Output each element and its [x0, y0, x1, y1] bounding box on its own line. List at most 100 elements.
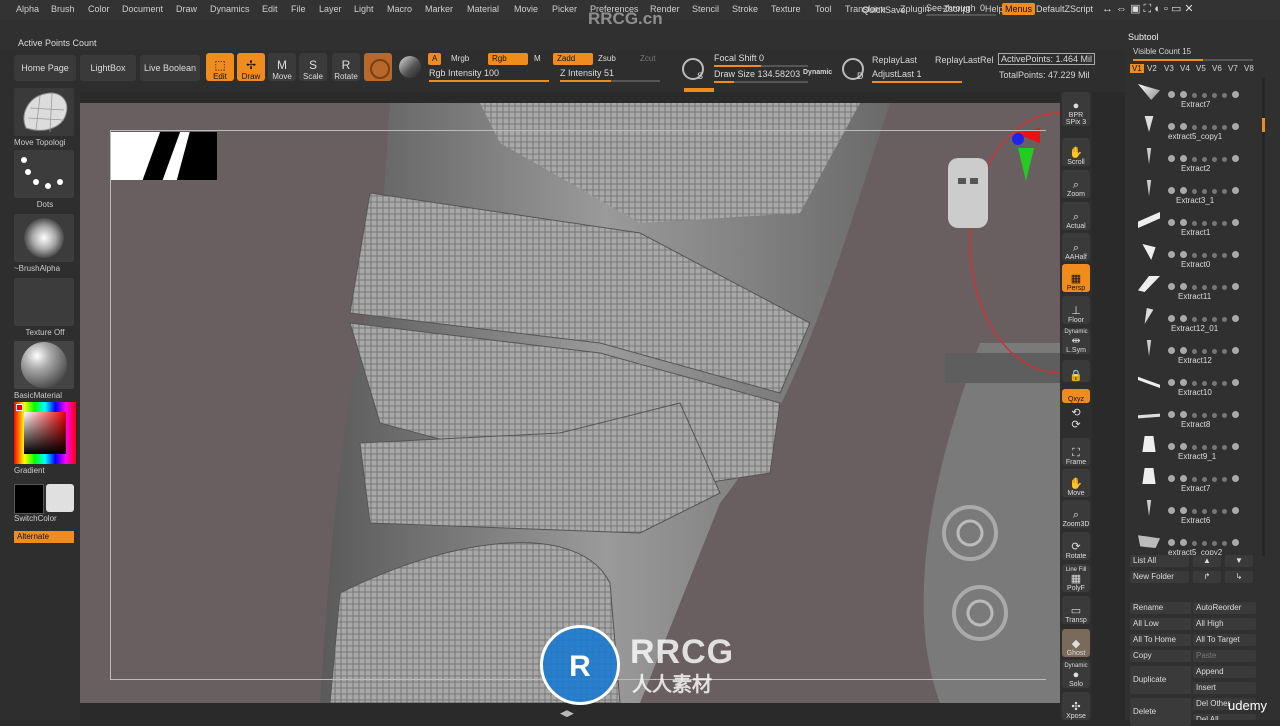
see-through-label[interactable]: See-through	[926, 3, 976, 13]
subtool-visibility-icons[interactable]	[1168, 154, 1258, 162]
solo-button[interactable]: Dynamic ● Solo	[1062, 660, 1090, 688]
tab-v1[interactable]: V1	[1130, 64, 1144, 73]
menu-brush[interactable]: Brush	[51, 4, 75, 14]
material-sphere-icon[interactable]	[396, 53, 424, 81]
menu-movie[interactable]: Movie	[514, 4, 538, 14]
tab-v3[interactable]: V3	[1164, 64, 1174, 73]
menu-color[interactable]: Color	[88, 4, 110, 14]
stroke-selector[interactable]: Dots	[14, 150, 76, 209]
tab-v4[interactable]: V4	[1180, 64, 1190, 73]
m-toggle[interactable]: M	[530, 53, 545, 65]
list-item[interactable]: Extract3_1	[1138, 174, 1263, 205]
subtool-visibility-icons[interactable]	[1168, 410, 1258, 418]
subtool-visibility-icons[interactable]	[1168, 218, 1258, 226]
texture-selector[interactable]: Texture Off	[14, 278, 76, 337]
list-item[interactable]: Extract1	[1138, 206, 1263, 237]
replay-last-rel-button[interactable]: ReplayLastRel	[935, 55, 994, 65]
draw-mode-button[interactable]: ✢ Draw	[237, 53, 265, 81]
home-page-button[interactable]: Home Page	[14, 55, 76, 81]
menu-stroke[interactable]: Stroke	[732, 4, 758, 14]
move-mode-button[interactable]: M Move	[268, 53, 296, 81]
list-item[interactable]: Extract12	[1138, 334, 1263, 365]
alternate-button[interactable]: Alternate	[14, 531, 74, 543]
list-item[interactable]: Extract7	[1138, 462, 1263, 493]
menu-tool[interactable]: Tool	[815, 4, 832, 14]
zoom3d-button[interactable]: ⌕ Zoom3D	[1062, 500, 1090, 528]
subtool-visibility-icons[interactable]	[1168, 90, 1258, 98]
switch-color[interactable]: SwitchColor	[14, 484, 76, 523]
menu-macro[interactable]: Macro	[387, 4, 412, 14]
menu-marker[interactable]: Marker	[425, 4, 453, 14]
list-item[interactable]: Extract9_1	[1138, 430, 1263, 461]
list-item[interactable]: Extract0	[1138, 238, 1263, 269]
edit-mode-button[interactable]: ⬚ Edit	[206, 53, 234, 81]
subtool-visibility-icons[interactable]	[1168, 506, 1258, 514]
menu-stencil[interactable]: Stencil	[692, 4, 719, 14]
list-item[interactable]: extract5_copy2	[1138, 526, 1263, 556]
replay-last-button[interactable]: ReplayLast	[872, 55, 917, 65]
expand-bottom-icon[interactable]: ◀▶	[560, 708, 574, 719]
zadd-toggle[interactable]: Zadd	[553, 53, 593, 65]
copy-button[interactable]: Copy	[1130, 650, 1191, 662]
tab-v2[interactable]: V2	[1147, 64, 1157, 73]
tab-v7[interactable]: V7	[1228, 64, 1238, 73]
see-through-slider[interactable]	[926, 14, 996, 16]
primary-color-swatch[interactable]	[14, 484, 44, 514]
zoom-button[interactable]: ⌕ Zoom	[1062, 170, 1090, 198]
menu-edit[interactable]: Edit	[262, 4, 278, 14]
subtool-visibility-icons[interactable]	[1168, 378, 1258, 386]
subtool-visibility-icons[interactable]	[1168, 442, 1258, 450]
zsub-toggle[interactable]: Zsub	[594, 53, 620, 65]
list-item[interactable]: Extract11	[1138, 270, 1263, 301]
live-boolean-button[interactable]: Live Boolean	[140, 55, 200, 81]
floor-button[interactable]: ⊥ Floor	[1062, 296, 1090, 324]
menu-dynamics[interactable]: Dynamics	[210, 4, 250, 14]
rename-button[interactable]: Rename	[1130, 602, 1191, 614]
material-selector[interactable]: BasicMaterial	[14, 341, 76, 400]
del-all-button[interactable]: Del All	[1193, 714, 1256, 720]
color-picker-icon[interactable]	[14, 402, 76, 464]
menu-alpha[interactable]: Alpha	[16, 4, 39, 14]
insert-button[interactable]: Insert	[1193, 682, 1256, 694]
brush-preview-icon[interactable]	[364, 53, 392, 81]
persp-button[interactable]: ▦ Persp	[1062, 264, 1090, 292]
subtool-visibility-icons[interactable]	[1168, 346, 1258, 354]
color-picker[interactable]: Gradient	[14, 402, 76, 475]
list-item[interactable]: Extract10	[1138, 366, 1263, 397]
tab-v8[interactable]: V8	[1244, 64, 1254, 73]
transp-button[interactable]: ▭ Transp	[1062, 596, 1090, 624]
adjust-last-slider[interactable]: AdjustLast 1	[872, 69, 962, 83]
rotate-view-button[interactable]: ⟳ Rotate	[1062, 532, 1090, 560]
menu-light[interactable]: Light	[354, 4, 374, 14]
all-low-button[interactable]: All Low	[1130, 618, 1191, 630]
list-all-button[interactable]: List All	[1130, 555, 1189, 567]
append-button[interactable]: Append	[1193, 666, 1256, 678]
arrow-right-up-icon[interactable]: ↱	[1193, 571, 1221, 583]
lightbox-button[interactable]: LightBox	[80, 55, 136, 81]
visible-count-slider[interactable]: Visible Count 15	[1133, 47, 1191, 56]
all-to-home-button[interactable]: All To Home	[1130, 634, 1191, 646]
list-item[interactable]: Extract12_01	[1138, 302, 1263, 333]
menu-document[interactable]: Document	[122, 4, 163, 14]
a-toggle[interactable]: A	[428, 53, 442, 65]
duplicate-button[interactable]: Duplicate	[1130, 666, 1191, 694]
qxyz-button[interactable]: Qxyz	[1062, 389, 1090, 403]
xpose-button[interactable]: ✣ Xpose	[1062, 692, 1090, 720]
all-high-button[interactable]: All High	[1193, 618, 1256, 630]
local-rotate-buttons[interactable]: ⟲ ⟳	[1062, 405, 1090, 431]
lock-camera-button[interactable]: 🔒	[1062, 360, 1090, 382]
polyf-button[interactable]: Line Fill ▦ PolyF	[1062, 564, 1090, 592]
tab-v5[interactable]: V5	[1196, 64, 1206, 73]
autoreorder-button[interactable]: AutoReorder	[1193, 602, 1256, 614]
aahalf-button[interactable]: ⌕ AAHalf	[1062, 233, 1090, 261]
dynamic-toggle[interactable]: Dynamic	[803, 69, 832, 76]
menu-draw[interactable]: Draw	[176, 4, 197, 14]
lsym-button[interactable]: Dynamic ⇹ L.Sym	[1062, 328, 1090, 354]
actual-button[interactable]: ⌕ Actual	[1062, 202, 1090, 230]
mrgb-toggle[interactable]: Mrgb	[447, 53, 473, 65]
visible-count-track[interactable]	[1133, 59, 1253, 61]
window-icons[interactable]: ↔ ⇔ ▣ ⛶ ◐ ▫ ▭ ✕	[1102, 2, 1194, 16]
focal-shift-slider[interactable]: Focal Shift 0	[714, 53, 808, 67]
subtool-visibility-icons[interactable]	[1168, 314, 1258, 322]
list-item[interactable]: Extract8	[1138, 398, 1263, 429]
